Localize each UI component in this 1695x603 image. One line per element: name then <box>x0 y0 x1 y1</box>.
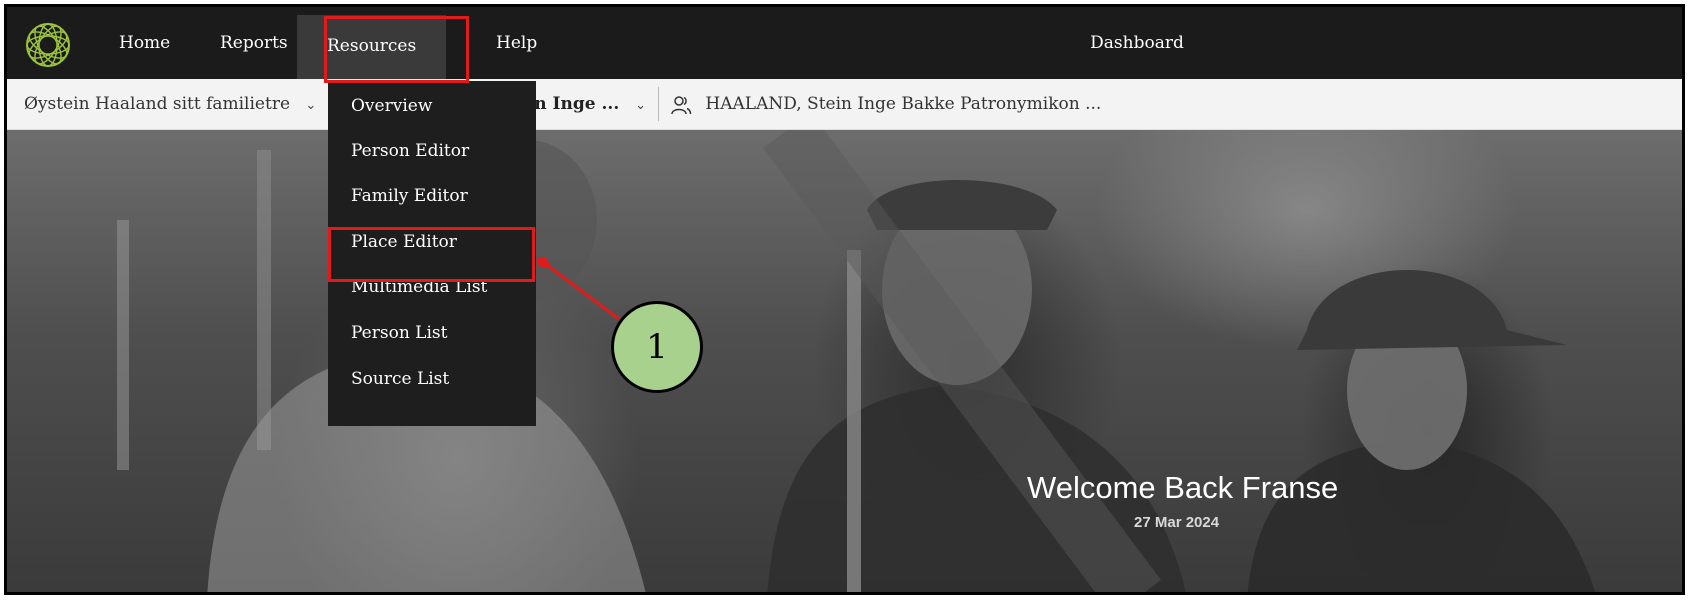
top-navigation: Home Reports Resources Help Dashboard <box>7 7 1682 79</box>
app-window: Home Reports Resources Help Dashboard Øy… <box>4 4 1685 595</box>
nav-home[interactable]: Home <box>119 7 170 79</box>
annotation-arrow-icon <box>537 257 620 321</box>
welcome-message: Welcome Back Franse <box>1027 470 1339 505</box>
menu-item-person-list[interactable]: Person List <box>351 311 447 355</box>
context-bar: Øystein Haaland sitt familietre ⌄ ein In… <box>7 79 1682 130</box>
nav-dashboard-label: Dashboard <box>1090 33 1184 53</box>
menu-item-overview[interactable]: Overview <box>351 84 432 128</box>
step-number-badge: 1 <box>611 301 703 393</box>
chevron-down-icon: ⌄ <box>305 98 317 113</box>
active-person[interactable]: HAALAND, Stein Inge Bakke Patronymikon .… <box>670 79 1101 129</box>
chevron-down-icon: ⌄ <box>635 98 647 113</box>
menu-item-family-editor[interactable]: Family Editor <box>351 174 468 218</box>
menu-item-person-editor[interactable]: Person Editor <box>351 129 469 173</box>
logo-icon[interactable] <box>24 21 72 69</box>
hero-banner: Welcome Back Franse 27 Mar 2024 <box>7 130 1682 592</box>
family-tree-label: Øystein Haaland sitt familietre <box>24 94 291 114</box>
family-tree-selector[interactable]: Øystein Haaland sitt familietre ⌄ <box>24 79 316 129</box>
menu-item-place-editor[interactable]: Place Editor <box>351 220 457 264</box>
person-group-icon <box>671 95 692 114</box>
nav-resources[interactable]: Resources <box>297 15 447 79</box>
person-selector[interactable]: ein Inge ... ⌄ <box>517 79 646 129</box>
nav-help[interactable]: Help <box>496 7 537 79</box>
nav-dashboard[interactable]: Dashboard <box>1090 7 1231 79</box>
divider <box>658 87 659 121</box>
active-person-label: HAALAND, Stein Inge Bakke Patronymikon .… <box>705 94 1102 114</box>
menu-item-source-list[interactable]: Source List <box>351 357 449 401</box>
menu-item-multimedia-list[interactable]: Multimedia List <box>351 265 487 309</box>
welcome-date: 27 Mar 2024 <box>1134 514 1220 531</box>
resources-dropdown-menu: Overview Person Editor Family Editor Pla… <box>328 81 536 426</box>
hero-photo <box>117 130 1596 592</box>
nav-reports[interactable]: Reports <box>220 7 288 79</box>
